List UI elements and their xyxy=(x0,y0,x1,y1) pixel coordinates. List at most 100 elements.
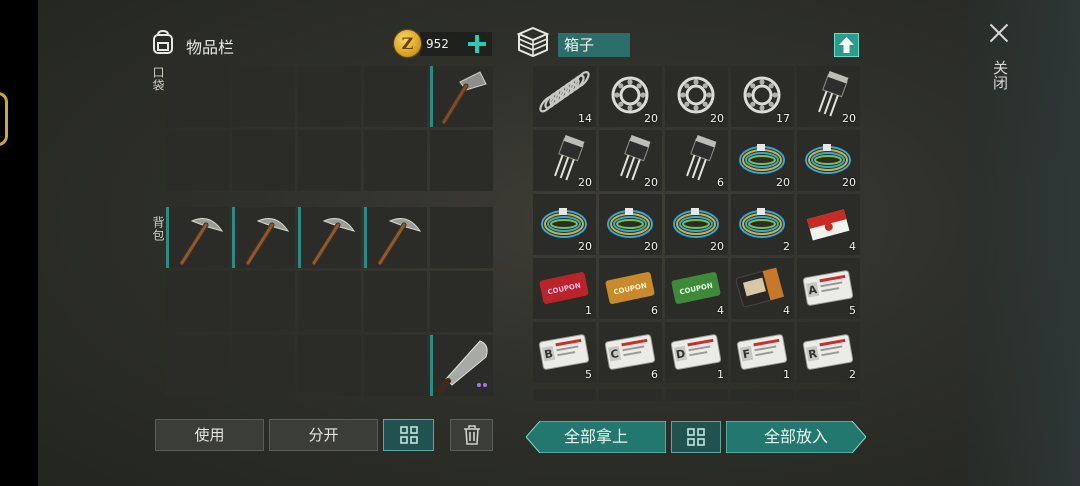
backpack-slot[interactable] xyxy=(364,335,427,396)
item-quantity: 5 xyxy=(585,368,592,381)
box-slot[interactable]: C6 xyxy=(599,322,662,383)
box-slot[interactable]: 20 xyxy=(599,194,662,255)
item-quantity: 2 xyxy=(783,240,790,253)
box-sort-grid-button[interactable] xyxy=(671,421,721,453)
close-label[interactable]: 关闭 xyxy=(990,60,1009,90)
box-slot[interactable]: 20 xyxy=(533,194,596,255)
box-slot[interactable]: 14 xyxy=(533,66,596,127)
box-slot[interactable]: F1 xyxy=(731,322,794,383)
box-slot[interactable]: D1 xyxy=(665,322,728,383)
backpack-slot[interactable] xyxy=(166,271,229,332)
item-quantity: 20 xyxy=(842,176,856,189)
box-slot[interactable]: COUPON 4 xyxy=(665,258,728,319)
backpack-slot[interactable] xyxy=(232,335,295,396)
box-slot[interactable]: 20 xyxy=(599,130,662,191)
pocket-slot[interactable] xyxy=(430,66,493,127)
backpack-slot[interactable] xyxy=(298,271,361,332)
box-grid-next-row-hint xyxy=(533,389,860,401)
add-coins-plus-icon[interactable] xyxy=(466,33,488,55)
item-quantity: 1 xyxy=(717,368,724,381)
backpack-slot[interactable] xyxy=(298,207,361,268)
box-slot[interactable]: 20 xyxy=(797,66,860,127)
pocket-slot[interactable] xyxy=(364,66,427,127)
upload-arrow-icon[interactable] xyxy=(834,33,859,57)
box-slot[interactable]: 2 xyxy=(731,194,794,255)
take-all-label: 全部拿上 xyxy=(563,427,628,446)
box-slot[interactable]: A5 xyxy=(797,258,860,319)
item-quantity: 14 xyxy=(578,112,592,125)
pocket-slot[interactable] xyxy=(430,130,493,191)
item-quantity: 4 xyxy=(783,304,790,317)
backpack-slot[interactable] xyxy=(166,335,229,396)
backpack-slot[interactable] xyxy=(430,207,493,268)
backpack-slot[interactable] xyxy=(364,271,427,332)
box-slot[interactable]: B5 xyxy=(533,322,596,383)
box-slot[interactable]: 17 xyxy=(731,66,794,127)
pocket-grid xyxy=(166,66,493,191)
item-quantity: 6 xyxy=(651,304,658,317)
split-button[interactable]: 分开 xyxy=(269,419,378,451)
pocket-label: 口袋 xyxy=(151,66,165,92)
box-slot[interactable]: 4 xyxy=(731,258,794,319)
backpack-slot[interactable] xyxy=(430,271,493,332)
box-slot[interactable]: 20 xyxy=(731,130,794,191)
item-quantity: 5 xyxy=(849,304,856,317)
backpack-grid xyxy=(166,207,493,396)
box-slot[interactable]: 4 xyxy=(797,194,860,255)
item-quantity: 20 xyxy=(776,176,790,189)
inventory-title: 物品栏 xyxy=(186,38,235,57)
item-quantity: 20 xyxy=(578,176,592,189)
coin-icon: Z xyxy=(394,30,421,57)
backpack-icon xyxy=(153,29,173,54)
item-quantity: 4 xyxy=(717,304,724,317)
box-slot[interactable]: 20 xyxy=(797,130,860,191)
box-slot[interactable]: COUPON 6 xyxy=(599,258,662,319)
item-quantity: 20 xyxy=(578,240,592,253)
grid-sort-icon xyxy=(399,426,418,444)
put-all-label: 全部放入 xyxy=(763,427,828,446)
backpack-slot[interactable] xyxy=(232,207,295,268)
box-slot[interactable]: 20 xyxy=(533,130,596,191)
pocket-slot[interactable] xyxy=(298,130,361,191)
pickaxe-icon xyxy=(311,218,356,266)
box-slot[interactable]: 20 xyxy=(599,66,662,127)
pocket-slot[interactable] xyxy=(298,66,361,127)
rarity-dots xyxy=(475,372,487,391)
item-quantity: 4 xyxy=(849,240,856,253)
pocket-slot[interactable] xyxy=(232,130,295,191)
backpack-label: 背包 xyxy=(151,216,165,242)
backpack-slot[interactable] xyxy=(430,335,493,396)
trash-icon xyxy=(463,425,480,445)
pickaxe-icon xyxy=(245,218,290,266)
hammer-icon xyxy=(441,71,487,125)
pocket-slot[interactable] xyxy=(364,130,427,191)
pocket-slot[interactable] xyxy=(166,130,229,191)
item-quantity: 6 xyxy=(651,368,658,381)
hexagon-badge-icon[interactable] xyxy=(0,92,8,146)
put-all-button[interactable]: 全部放入 xyxy=(726,421,866,453)
pickaxe-icon xyxy=(179,218,224,266)
backpack-slot[interactable] xyxy=(364,207,427,268)
box-slot[interactable]: 20 xyxy=(665,66,728,127)
box-slot[interactable]: R2 xyxy=(797,322,860,383)
box-slot[interactable]: COUPON 1 xyxy=(533,258,596,319)
box-slot[interactable]: 20 xyxy=(665,194,728,255)
item-quantity: 6 xyxy=(717,176,724,189)
take-all-button[interactable]: 全部拿上 xyxy=(526,421,666,453)
storage-box-icon xyxy=(516,26,550,58)
use-button[interactable]: 使用 xyxy=(155,419,264,451)
box-slot[interactable]: 6 xyxy=(665,130,728,191)
sort-grid-button[interactable] xyxy=(383,419,434,451)
pocket-slot[interactable] xyxy=(166,66,229,127)
right-panel-strip xyxy=(968,0,1080,486)
item-quantity: 1 xyxy=(783,368,790,381)
backpack-slot[interactable] xyxy=(298,335,361,396)
backpack-slot[interactable] xyxy=(166,207,229,268)
item-quantity: 17 xyxy=(776,112,790,125)
backpack-slot[interactable] xyxy=(232,271,295,332)
trash-button[interactable] xyxy=(450,419,493,451)
item-quantity: 20 xyxy=(710,240,724,253)
pickaxe-icon xyxy=(377,218,422,266)
close-icon[interactable] xyxy=(986,20,1012,46)
pocket-slot[interactable] xyxy=(232,66,295,127)
